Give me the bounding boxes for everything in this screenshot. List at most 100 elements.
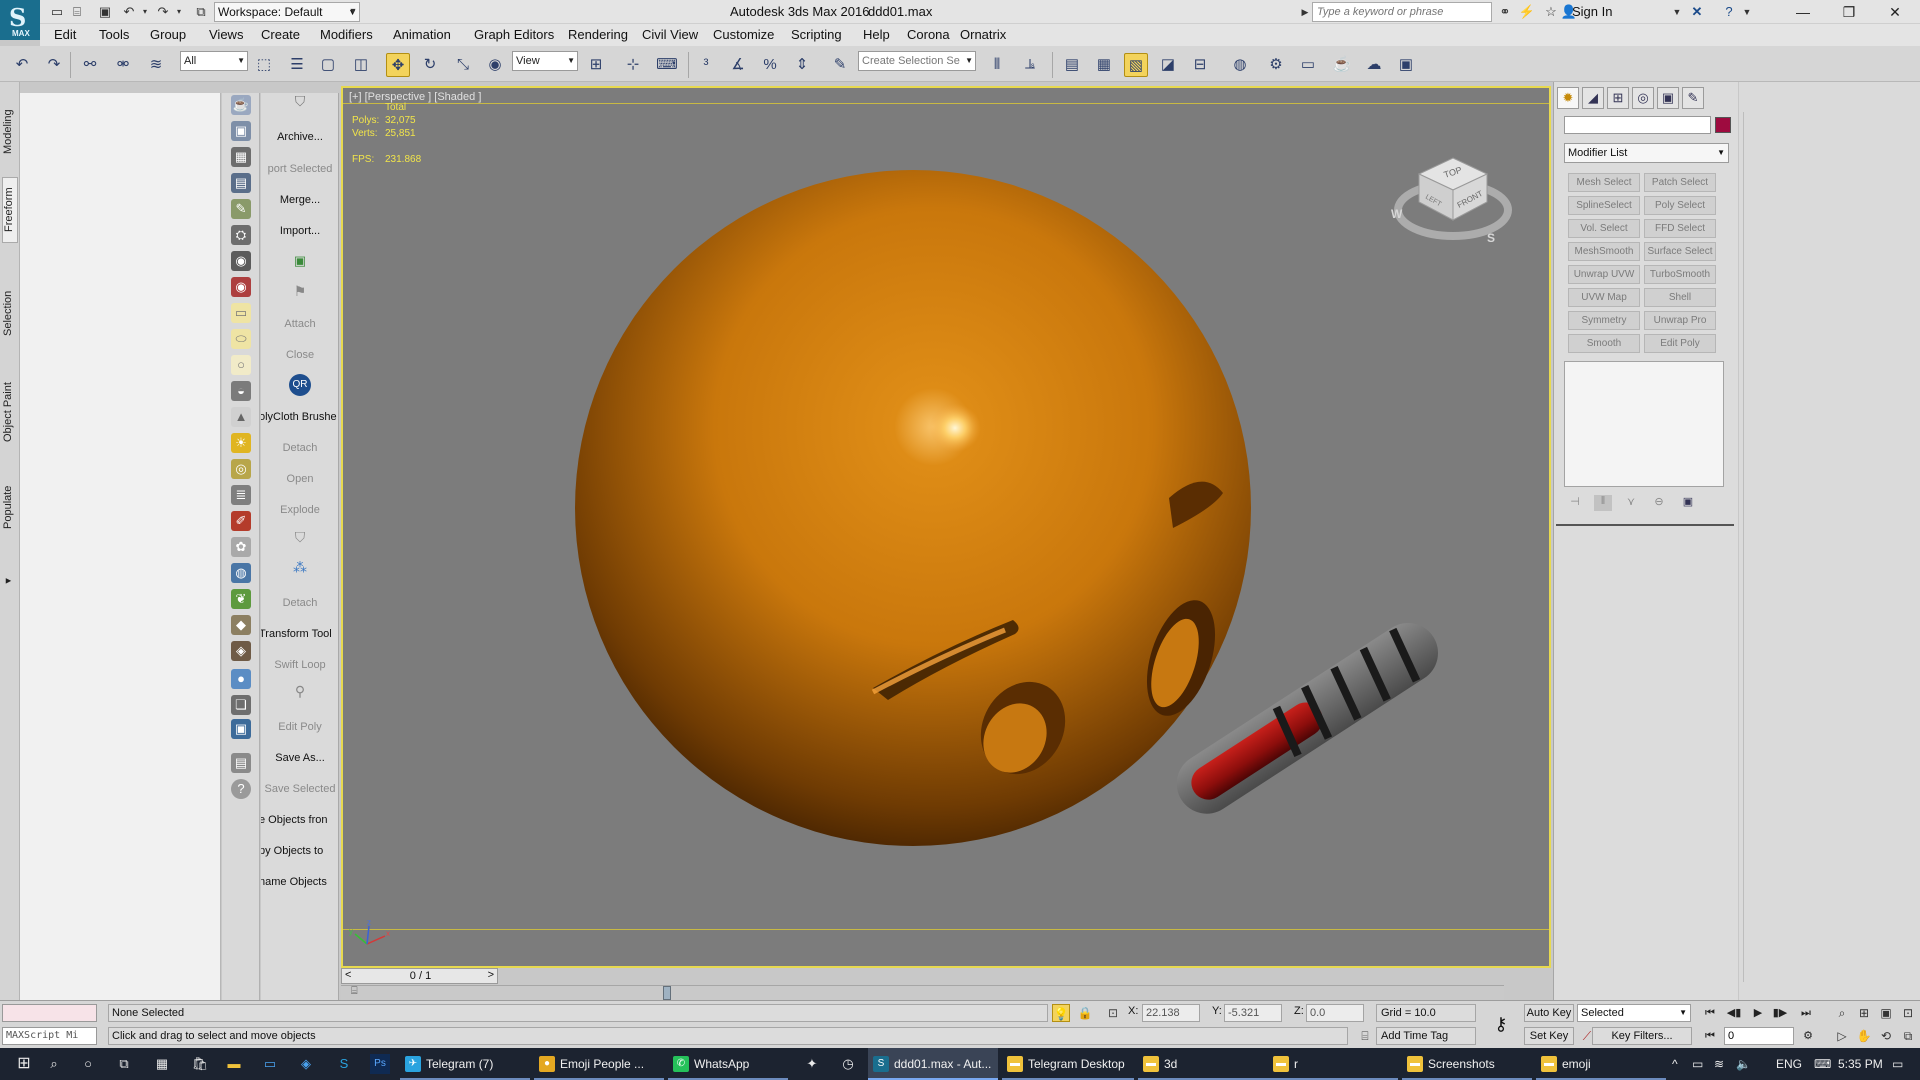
layers-icon[interactable]: ❏ <box>231 695 251 715</box>
key-filters-button[interactable]: Key Filters... <box>1592 1027 1692 1045</box>
tool-label[interactable]: olyCloth Brushe <box>261 411 337 423</box>
taskbar-app-chrome[interactable]: ● Emoji People ... <box>534 1048 664 1080</box>
help-search-input[interactable] <box>1312 2 1492 22</box>
spreadsheet-icon[interactable]: ▤ <box>231 173 251 193</box>
file-explorer-icon[interactable]: ▬ <box>224 1054 244 1074</box>
snaps-toggle-icon[interactable]: ³ <box>694 53 718 77</box>
go-to-end-icon[interactable]: ⏭ <box>1796 1004 1816 1022</box>
auto-key-button[interactable]: Auto Key <box>1524 1004 1574 1022</box>
tool-label[interactable]: Detach <box>261 597 338 609</box>
track-bar[interactable]: ⌸ <box>341 985 1504 1000</box>
tool-label[interactable]: e Objects fron <box>261 814 337 826</box>
help-dropdown-icon[interactable]: ▼ <box>1738 3 1756 21</box>
set-keys-key-icon[interactable]: ⚷ <box>1486 1014 1516 1036</box>
select-and-move-icon[interactable]: ✥ <box>386 53 410 77</box>
scene-explorer-icon[interactable]: ▧ <box>1124 53 1148 77</box>
mirror-icon[interactable]: ⫴ <box>985 53 1009 77</box>
reference-coordinate-dropdown[interactable]: View ▼ <box>512 51 578 71</box>
create-tab-icon[interactable]: ✹ <box>1557 87 1579 109</box>
menu-civil-view[interactable]: Civil View <box>642 27 698 42</box>
menu-corona[interactable]: Corona <box>907 27 950 42</box>
go-to-start-icon[interactable]: ⏮ <box>1700 1004 1720 1022</box>
modifier-button[interactable]: Mesh Select <box>1568 173 1640 192</box>
keyboard-shortcut-override-icon[interactable]: ⌨ <box>655 53 679 77</box>
taskbar-app-folder-3d[interactable]: ▬ 3d <box>1138 1048 1270 1080</box>
grass-icon[interactable]: ✿ <box>231 537 251 557</box>
ribbon-tab-freeform[interactable]: Freeform <box>2 177 18 243</box>
taskbar-app-whatsapp[interactable]: ✆ WhatsApp <box>668 1048 788 1080</box>
select-and-place-icon[interactable]: ◉ <box>483 53 507 77</box>
modifier-button[interactable]: Shell <box>1644 288 1716 307</box>
zoom-icon[interactable]: ⌕ <box>1832 1004 1852 1022</box>
tool-label[interactable]: Transform Tool <box>261 628 337 640</box>
key-mode-toggle-icon[interactable]: ⏮ <box>1700 1027 1720 1045</box>
ribbon-expand-icon[interactable]: ◂ <box>2 572 18 592</box>
teapot-icon[interactable]: ☕ <box>231 95 251 115</box>
taskbar-app-folder-r[interactable]: ▬ r <box>1268 1048 1398 1080</box>
tray-overflow-icon[interactable]: ^ <box>1672 1057 1678 1071</box>
next-frame-icon[interactable]: ▮▶ <box>1770 1004 1790 1022</box>
render-camera-icon[interactable]: ◉ <box>231 277 251 297</box>
perspective-viewport[interactable]: [+] [Perspective ] [Shaded ] Total Polys… <box>341 86 1551 968</box>
globe-icon[interactable]: ◍ <box>231 563 251 583</box>
sphere-icon[interactable]: ○ <box>231 355 251 375</box>
ribbon-tab-modeling[interactable]: Modeling <box>2 102 18 162</box>
tool-label[interactable]: Merge... <box>261 194 338 206</box>
render-in-cloud-icon[interactable]: ▣ <box>1394 53 1418 77</box>
disc-icon[interactable]: ⬭ <box>231 329 251 349</box>
utilities-tab-icon[interactable]: ✎ <box>1682 87 1704 109</box>
menu-rendering[interactable]: Rendering <box>568 27 628 42</box>
menu-animation[interactable]: Animation <box>393 27 451 42</box>
undo-dropdown-icon[interactable]: ▾ <box>136 3 154 21</box>
menu-create[interactable]: Create <box>261 27 300 42</box>
toggle-ribbon-icon[interactable]: ▦ <box>1092 53 1116 77</box>
maxscript-listener-input[interactable] <box>2 1004 97 1022</box>
bind-space-warp-icon[interactable]: ≋ <box>144 53 168 77</box>
task-view-icon[interactable]: ⧉ <box>114 1054 134 1074</box>
next-frame-button[interactable]: > <box>488 969 494 981</box>
keyboard-icon[interactable]: ⌨ <box>1814 1057 1831 1071</box>
taskbar-app-emoji[interactable]: ▬ emoji <box>1536 1048 1666 1080</box>
material-editor-icon[interactable]: ◍ <box>1228 53 1252 77</box>
absolute-mode-icon[interactable]: ⊡ <box>1104 1004 1122 1022</box>
previous-frame-icon[interactable]: ◀▮ <box>1724 1004 1744 1022</box>
menu-scripting[interactable]: Scripting <box>791 27 842 42</box>
modifier-button[interactable]: Patch Select <box>1644 173 1716 192</box>
add-time-tag-button[interactable]: Add Time Tag <box>1376 1027 1476 1045</box>
ribbon-tab-populate[interactable]: Populate <box>2 476 18 538</box>
maximize-viewport-icon[interactable]: ⧉ <box>1898 1027 1918 1045</box>
sun-light-icon[interactable]: ☀ <box>231 433 251 453</box>
tool-label[interactable]: name Objects <box>261 876 337 888</box>
unlink-icon[interactable]: ⚮ <box>111 53 135 77</box>
percent-snap-icon[interactable]: % <box>758 53 782 77</box>
tool-label[interactable]: Save Selected <box>261 783 338 795</box>
rock-icon[interactable]: ◆ <box>231 615 251 635</box>
workspace-menu-icon[interactable]: ▾ <box>344 3 362 21</box>
tool-label[interactable]: py Objects to <box>261 845 337 857</box>
taskbar-app-telegram-desktop[interactable]: ▬ Telegram Desktop <box>1002 1048 1134 1080</box>
qr-icon[interactable]: QR <box>261 374 338 396</box>
tool-label[interactable]: Edit Poly <box>261 721 338 733</box>
menu-group[interactable]: Group <box>150 27 186 42</box>
render-iterative-icon[interactable]: ☁ <box>1362 53 1386 77</box>
modifier-button[interactable]: UVW Map <box>1568 288 1640 307</box>
key-set-dropdown[interactable]: Selected ▼ <box>1577 1004 1691 1022</box>
orbit-icon[interactable]: ⟲ <box>1876 1027 1896 1045</box>
menu-graph-editors[interactable]: Graph Editors <box>474 27 554 42</box>
photoshop-icon[interactable]: Ps <box>370 1054 390 1074</box>
tool-label[interactable]: Save As... <box>261 752 338 764</box>
camera-icon[interactable]: ◉ <box>231 251 251 271</box>
remove-modifier-icon[interactable]: ⊖ <box>1650 495 1668 511</box>
select-and-scale-icon[interactable]: ⤡ <box>451 53 475 77</box>
rectangular-selection-icon[interactable]: ▢ <box>316 53 340 77</box>
script-icon[interactable]: ▣ <box>231 719 251 739</box>
plant-icon[interactable]: ❦ <box>231 589 251 609</box>
menu-customize[interactable]: Customize <box>713 27 774 42</box>
sign-in-dropdown-icon[interactable]: ▼ <box>1668 3 1686 21</box>
green-screen-icon[interactable]: ▣ <box>261 253 338 269</box>
schematic-view-icon[interactable]: ⊟ <box>1188 53 1212 77</box>
play-icon[interactable]: ▶ <box>1748 1004 1768 1022</box>
selection-lock-icon[interactable]: 🔒 <box>1076 1004 1094 1022</box>
sky-icon[interactable]: ◎ <box>231 459 251 479</box>
modifier-list-dropdown[interactable]: Modifier List ▼ <box>1564 143 1729 163</box>
